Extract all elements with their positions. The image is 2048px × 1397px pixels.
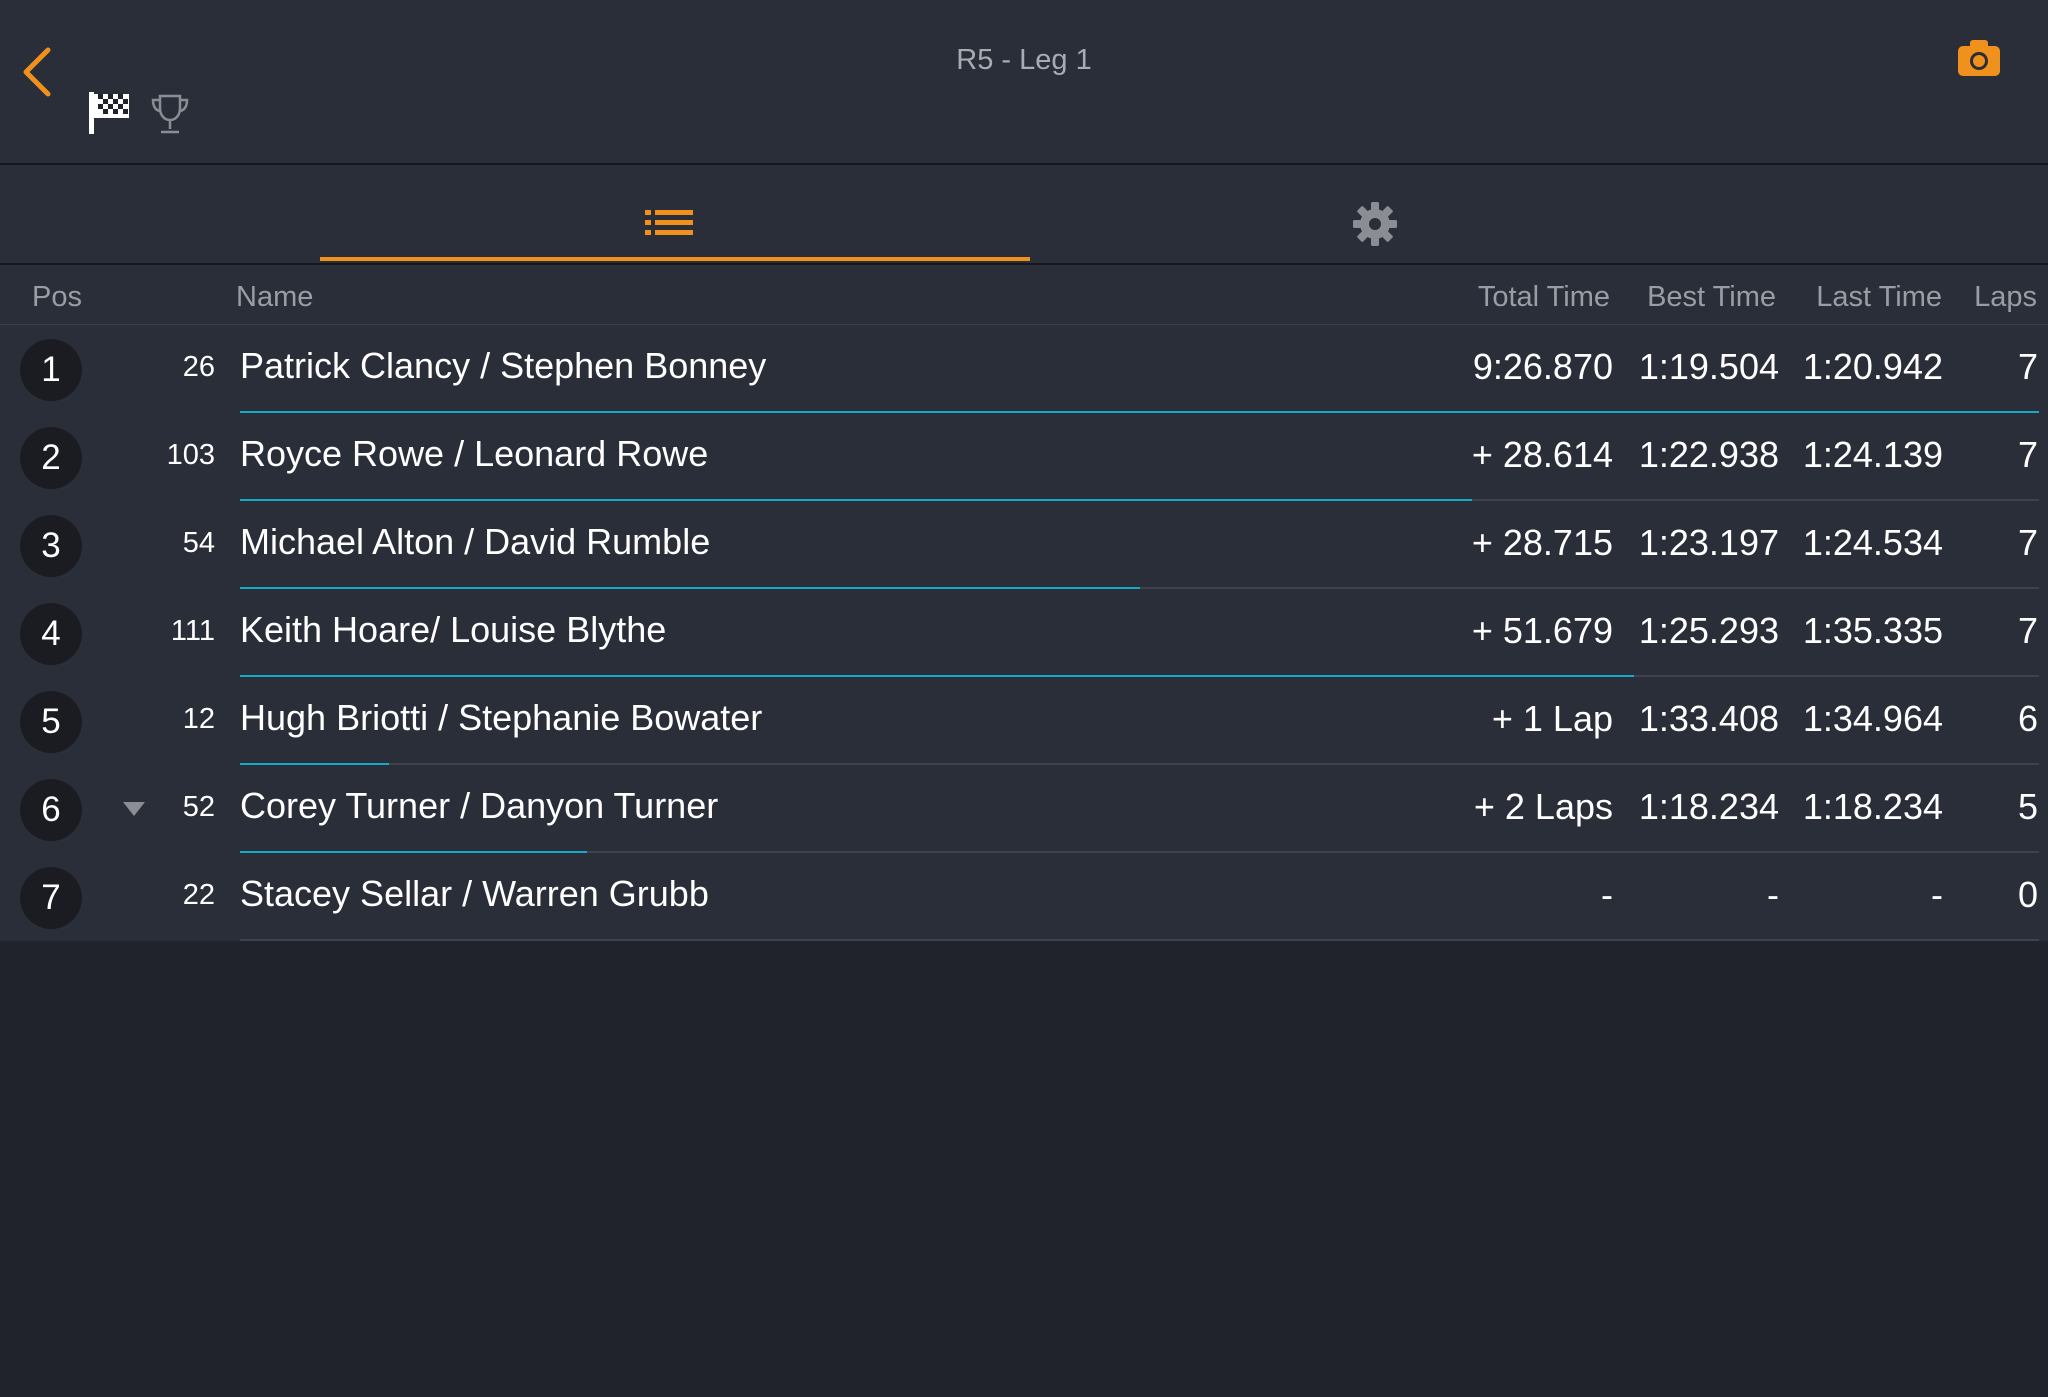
driver-names: Michael Alton / David Rumble: [240, 521, 711, 562]
table-row[interactable]: 1 26 Patrick Clancy / Stephen Bonney 9:26.8…: [0, 325, 2048, 413]
position-badge: 7: [20, 867, 82, 929]
position-badge: 4: [20, 603, 82, 665]
best-time: 1:25.293: [1638, 610, 1779, 651]
last-time: 1:24.534: [1802, 522, 1943, 563]
page-title: R5 - Leg 1: [956, 44, 1092, 76]
car-number: 26: [182, 351, 215, 383]
camera-icon[interactable]: [1956, 38, 2002, 78]
driver-names: Stacey Sellar / Warren Grubb: [240, 873, 709, 914]
best-time: -: [1767, 874, 1779, 915]
position-badge: 2: [20, 427, 82, 489]
total-time: + 1 Lap: [1491, 698, 1613, 739]
position-badge: 1: [20, 339, 82, 401]
checkered-flag-icon[interactable]: [87, 90, 131, 136]
laps-count: 7: [2017, 522, 2038, 563]
tab-bar: [0, 165, 2048, 265]
best-time: 1:33.408: [1638, 698, 1779, 739]
car-number: 111: [170, 615, 215, 647]
tab-results-list[interactable]: [320, 165, 1030, 263]
column-header-laps[interactable]: Laps: [1974, 281, 2037, 314]
total-time: + 28.614: [1471, 434, 1613, 475]
trophy-icon[interactable]: [149, 92, 191, 136]
best-time: 1:19.504: [1638, 346, 1779, 387]
driver-names: Keith Hoare/ Louise Blythe: [240, 609, 667, 650]
laps-count: 6: [2017, 698, 2038, 739]
table-row[interactable]: 3 54 Michael Alton / David Rumble + 28.715 1…: [0, 501, 2048, 589]
column-header-best-time[interactable]: Best Time: [1647, 281, 1776, 314]
last-time: 1:18.234: [1802, 786, 1943, 827]
driver-names: Royce Rowe / Leonard Rowe: [240, 433, 709, 474]
last-time: 1:20.942: [1802, 346, 1943, 387]
best-time: 1:22.938: [1638, 434, 1779, 475]
total-time: + 2 Laps: [1473, 786, 1613, 827]
driver-names: Patrick Clancy / Stephen Bonney: [240, 345, 767, 386]
driver-names: Corey Turner / Danyon Turner: [240, 785, 719, 826]
table-row[interactable]: 7 22 Stacey Sellar / Warren Grubb - - - 0: [0, 853, 2048, 941]
laps-count: 7: [2017, 610, 2038, 651]
table-row[interactable]: 2 103 Royce Rowe / Leonard Rowe + 28.614 1:2…: [0, 413, 2048, 501]
laps-count: 0: [2017, 874, 2038, 915]
position-down-icon: [123, 802, 145, 816]
column-header-pos[interactable]: Pos: [32, 281, 82, 314]
column-header-last-time[interactable]: Last Time: [1816, 281, 1942, 314]
gear-icon: [1353, 202, 1397, 246]
total-time: + 28.715: [1471, 522, 1613, 563]
best-time: 1:23.197: [1638, 522, 1779, 563]
best-time: 1:18.234: [1638, 786, 1779, 827]
laps-count: 5: [2017, 786, 2038, 827]
position-badge: 6: [20, 779, 82, 841]
column-header-name[interactable]: Name: [236, 281, 313, 314]
car-number: 22: [182, 879, 215, 911]
column-header-total-time[interactable]: Total Time: [1478, 281, 1610, 314]
table-row[interactable]: 5 12 Hugh Briotti / Stephanie Bowater + 1 L…: [0, 677, 2048, 765]
last-time: 1:34.964: [1802, 698, 1943, 739]
position-badge: 5: [20, 691, 82, 753]
car-number: 54: [182, 527, 215, 559]
last-time: -: [1931, 874, 1943, 915]
table-row[interactable]: 6 52 Corey Turner / Danyon Turner + 2 Laps 1…: [0, 765, 2048, 853]
laps-count: 7: [2017, 434, 2038, 475]
tab-settings[interactable]: [1030, 165, 1740, 263]
car-number: 52: [182, 791, 215, 823]
table-row[interactable]: 4 111 Keith Hoare/ Louise Blythe + 51.679 1:…: [0, 589, 2048, 677]
position-badge: 3: [20, 515, 82, 577]
laps-count: 7: [2017, 346, 2038, 387]
last-time: 1:35.335: [1802, 610, 1943, 651]
results-table: 1 26 Patrick Clancy / Stephen Bonney 9:26.8…: [0, 325, 2048, 941]
column-header-row: Pos Name Total Time Best Time Last Time …: [0, 265, 2048, 325]
row-divider: [240, 939, 2039, 941]
car-number: 103: [166, 439, 215, 471]
list-icon: [645, 210, 693, 235]
driver-names: Hugh Briotti / Stephanie Bowater: [240, 697, 763, 738]
last-time: 1:24.139: [1802, 434, 1943, 475]
top-bar: R5 - Leg 1: [0, 0, 2048, 165]
total-time: 9:26.870: [1472, 346, 1613, 387]
total-time: -: [1601, 874, 1613, 915]
total-time: + 51.679: [1471, 610, 1613, 651]
car-number: 12: [182, 703, 215, 735]
